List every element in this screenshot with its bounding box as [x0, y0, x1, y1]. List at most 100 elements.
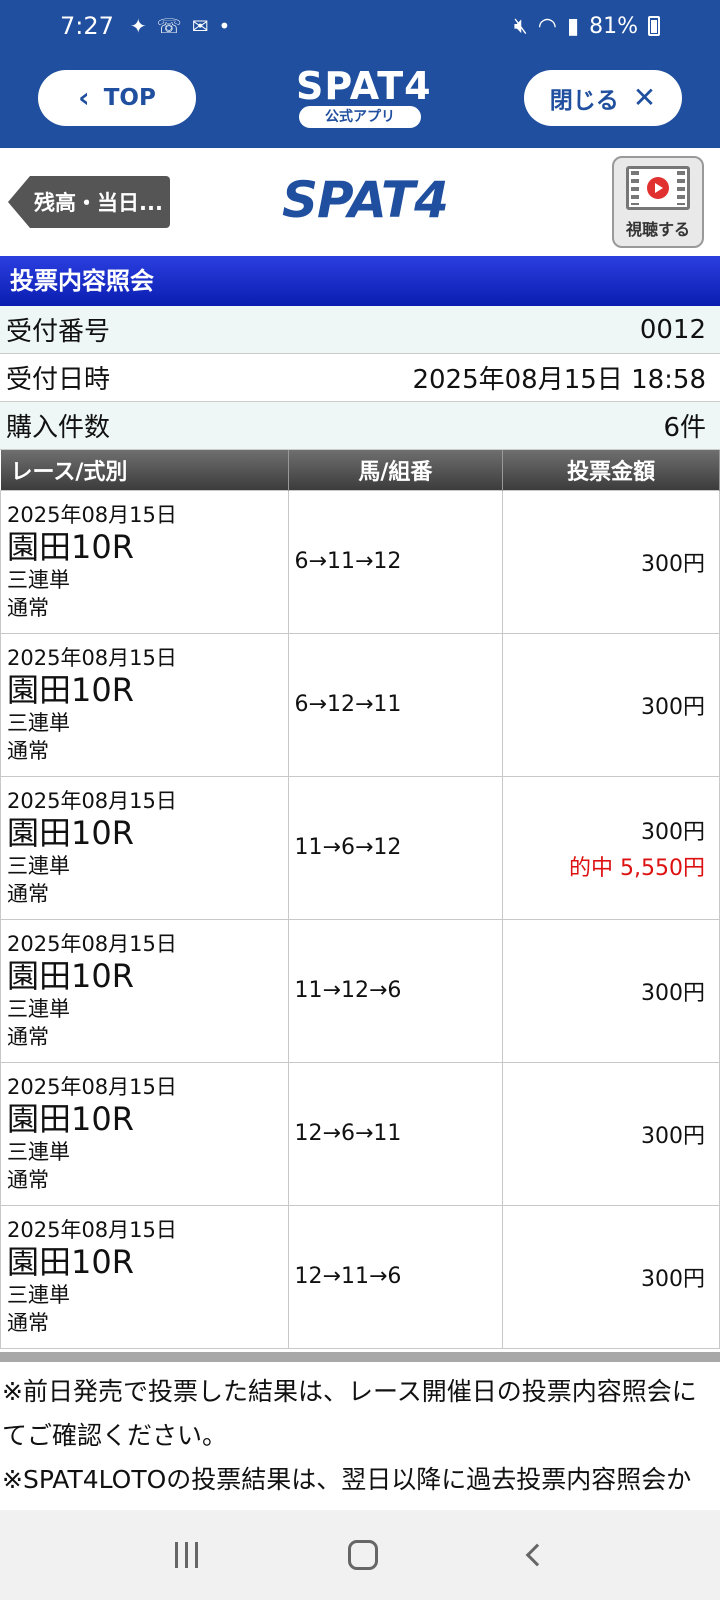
- info-value: 6件: [663, 413, 706, 443]
- race-date: 2025年08月15日: [7, 1217, 177, 1242]
- back-button[interactable]: 残高・当日...: [8, 176, 170, 228]
- amount-value: 300円: [641, 551, 705, 577]
- recents-icon[interactable]: [175, 1542, 199, 1568]
- amount-cell: 300円: [502, 1061, 720, 1206]
- amount-value: 300円: [641, 694, 705, 720]
- bet-type: 三連単: [7, 1282, 70, 1307]
- status-right-icons: 🔇︎ ◠ ▮ 81%: [514, 14, 660, 39]
- note-prev-day: ※前日発売で投票した結果は、レース開催日の投票内容照会にてご確認ください。: [2, 1377, 697, 1450]
- status-bar: 7:27 ✦ ☏ ✉ • 🔇︎ ◠ ▮ 81%: [0, 0, 720, 52]
- amount-value: 300円: [641, 1266, 705, 1292]
- close-icon: ✕: [632, 81, 657, 114]
- bet-kind: 通常: [7, 1310, 49, 1335]
- info-rows: 受付番号 0012 受付日時 2025年08月15日 18:58 購入件数 6件: [0, 306, 720, 450]
- amount-cell: 300円: [502, 918, 720, 1063]
- table-row: 2025年08月15日 園田10R 三連単 通常 6→12→11 300円: [0, 632, 720, 777]
- race-cell: 2025年08月15日 園田10R 三連単 通常: [0, 1061, 289, 1206]
- race-cell: 2025年08月15日 園田10R 三連単 通常: [0, 489, 289, 634]
- phone-icon: ☏: [156, 14, 182, 38]
- section-title: 投票内容照会: [0, 256, 720, 306]
- film-icon: [626, 166, 690, 210]
- amount-cell: 300円: [502, 632, 720, 777]
- table-row: 2025年08月15日 園田10R 三連単 通常 12→6→11 300円: [0, 1061, 720, 1206]
- close-button-label: 閉じる: [549, 88, 619, 114]
- race-cell: 2025年08月15日 園田10R 三連単 通常: [0, 775, 289, 920]
- mail-icon: ✉: [191, 14, 209, 38]
- table-row: 2025年08月15日 園田10R 三連単 通常 11→12→6 300円: [0, 918, 720, 1063]
- race-date: 2025年08月15日: [7, 1074, 177, 1099]
- back-button-label: 残高・当日...: [34, 191, 163, 215]
- battery-percent: 81%: [589, 13, 638, 39]
- info-row-purchase-count: 購入件数 6件: [0, 402, 720, 450]
- bet-kind: 通常: [7, 738, 49, 763]
- race-name: 園田10R: [7, 956, 134, 995]
- bet-kind: 通常: [7, 881, 49, 906]
- info-label: 受付番号: [6, 317, 111, 347]
- hit-payout: 的中 5,550円: [569, 855, 705, 881]
- top-button[interactable]: ‹ TOP: [38, 70, 196, 126]
- combo-cell: 11→6→12: [287, 775, 504, 920]
- table-row: 2025年08月15日 園田10R 三連単 通常 11→6→12 300円 的中…: [0, 775, 720, 920]
- play-icon: [647, 177, 669, 199]
- chevron-left-icon: ‹: [78, 81, 90, 114]
- combo-cell: 12→11→6: [287, 1204, 504, 1349]
- note-loto: ※SPAT4LOTOの投票結果は、翌日以降に過去投票内容照会からご確認ください。: [2, 1465, 692, 1510]
- notes: ※前日発売で投票した結果は、レース開催日の投票内容照会にてご確認ください。 ※S…: [0, 1362, 720, 1510]
- race-date: 2025年08月15日: [7, 931, 177, 956]
- combo-cell: 12→6→11: [287, 1061, 504, 1206]
- status-time: 7:27: [60, 12, 114, 40]
- home-icon[interactable]: [348, 1540, 379, 1570]
- header-amount: 投票金額: [502, 450, 720, 490]
- bet-type: 三連単: [7, 1139, 70, 1164]
- video-watch-button[interactable]: 視聴する: [612, 156, 704, 248]
- header-race: レース/式別: [0, 450, 289, 490]
- info-value: 0012: [639, 314, 706, 345]
- info-value: 2025年08月15日 18:58: [412, 365, 706, 395]
- amount-cell: 300円: [502, 489, 720, 634]
- bet-type: 三連単: [7, 710, 70, 735]
- notification-icon: ✦: [129, 14, 147, 38]
- amount-value: 300円: [641, 1123, 705, 1149]
- bet-type: 三連単: [7, 853, 70, 878]
- bet-type: 三連単: [7, 996, 70, 1021]
- back-icon[interactable]: [525, 1543, 549, 1567]
- combo-cell: 11→12→6: [287, 918, 504, 1063]
- table-header-row: レース/式別 馬/組番 投票金額: [0, 450, 720, 490]
- bet-kind: 通常: [7, 1024, 49, 1049]
- table-bottom-bar: [0, 1352, 720, 1362]
- battery-icon: [648, 16, 660, 36]
- race-cell: 2025年08月15日 園田10R 三連単 通常: [0, 918, 289, 1063]
- spat4-app-logo: SPAT4 公式アプリ: [296, 64, 432, 132]
- amount-cell: 300円: [502, 1204, 720, 1349]
- info-row-receipt-datetime: 受付日時 2025年08月15日 18:58: [0, 354, 720, 402]
- logo-text: SPAT4: [296, 64, 432, 108]
- race-date: 2025年08月15日: [7, 788, 177, 813]
- bet-kind: 通常: [7, 1167, 49, 1192]
- close-button[interactable]: 閉じる ✕: [524, 70, 682, 126]
- amount-value: 300円: [641, 819, 705, 845]
- bet-type: 三連単: [7, 567, 70, 592]
- mute-icon: 🔇︎: [513, 13, 528, 39]
- header-combo: 馬/組番: [288, 450, 504, 490]
- wifi-icon: ◠: [537, 13, 557, 39]
- system-nav-bar: [0, 1510, 720, 1600]
- race-name: 園田10R: [7, 813, 134, 852]
- dot-icon: •: [218, 14, 231, 38]
- amount-cell: 300円 的中 5,550円: [502, 775, 720, 920]
- spat4-logo: SPAT4: [282, 171, 449, 229]
- race-name: 園田10R: [7, 527, 134, 566]
- bet-kind: 通常: [7, 595, 49, 620]
- combo-cell: 6→12→11: [287, 632, 504, 777]
- info-row-receipt-number: 受付番号 0012: [0, 306, 720, 354]
- logo-subtitle: 公式アプリ: [299, 106, 421, 128]
- race-cell: 2025年08月15日 園田10R 三連単 通常: [0, 1204, 289, 1349]
- race-name: 園田10R: [7, 1242, 134, 1281]
- table-row: 2025年08月15日 園田10R 三連単 通常 6→11→12 300円: [0, 489, 720, 634]
- race-name: 園田10R: [7, 670, 134, 709]
- table-row: 2025年08月15日 園田10R 三連単 通常 12→11→6 300円: [0, 1204, 720, 1349]
- signal-icon: ▮: [566, 13, 580, 39]
- info-label: 購入件数: [6, 413, 111, 443]
- app-header: ‹ TOP SPAT4 公式アプリ 閉じる ✕: [0, 52, 720, 148]
- bet-table: レース/式別 馬/組番 投票金額 2025年08月15日 園田10R 三連単 通…: [0, 450, 720, 1349]
- race-name: 園田10R: [7, 1099, 134, 1138]
